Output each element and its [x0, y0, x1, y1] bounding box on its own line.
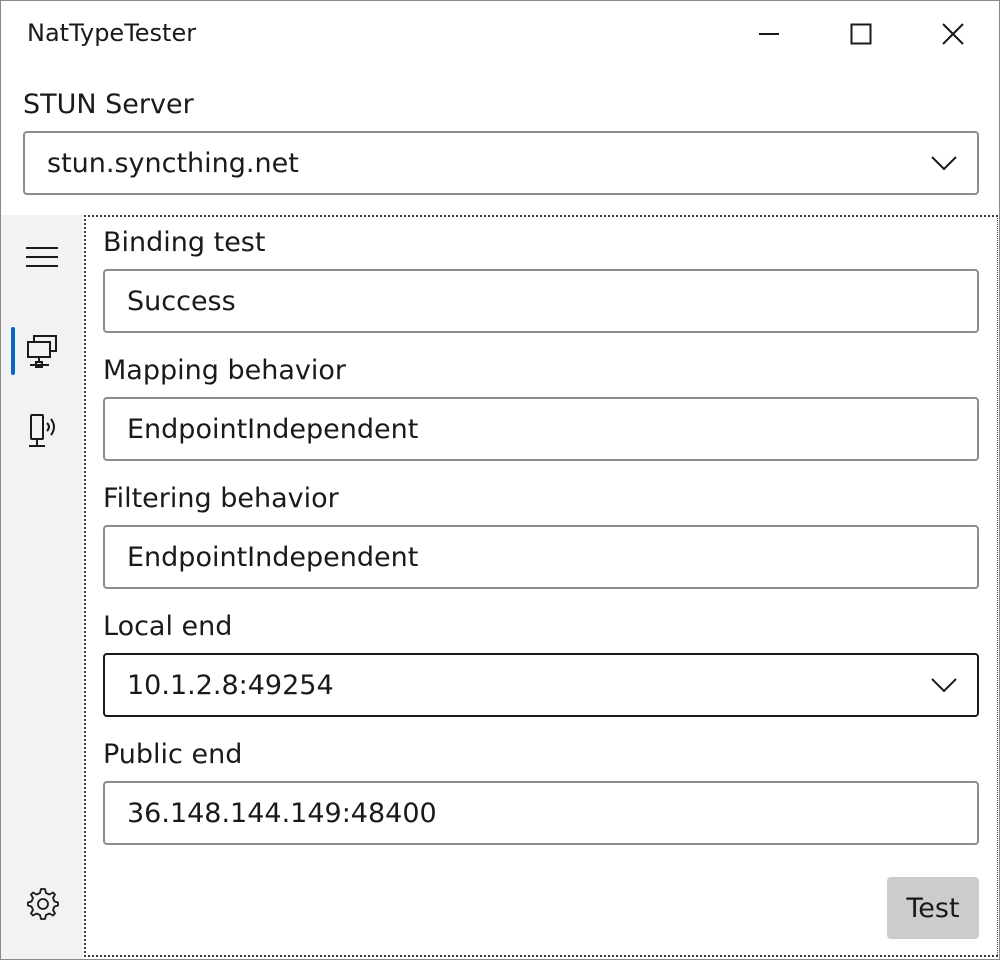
- window-title: NatTypeTester: [27, 19, 197, 47]
- mapping-behavior-field[interactable]: EndpointIndependent: [103, 397, 979, 461]
- public-end-value: 36.148.144.149:48400: [127, 797, 437, 829]
- test-button[interactable]: Test: [887, 877, 979, 939]
- mapping-behavior-label: Mapping behavior: [103, 355, 346, 386]
- stun-server-value: stun.syncthing.net: [47, 147, 299, 179]
- stun-server-combobox[interactable]: stun.syncthing.net: [23, 131, 979, 195]
- local-end-combobox[interactable]: 10.1.2.8:49254: [103, 653, 979, 717]
- close-button[interactable]: [907, 1, 999, 67]
- binding-test-field[interactable]: Success: [103, 269, 979, 333]
- network-computer-icon: [27, 335, 57, 368]
- minimize-icon: [759, 33, 779, 35]
- binding-test-value: Success: [127, 285, 236, 317]
- filtering-behavior-field[interactable]: EndpointIndependent: [103, 525, 979, 589]
- maximize-button[interactable]: [815, 1, 907, 67]
- nav-item-nat-test[interactable]: [1, 323, 83, 379]
- gear-icon: [27, 888, 59, 920]
- filtering-behavior-value: EndpointIndependent: [127, 541, 419, 573]
- chevron-down-icon: [931, 678, 957, 693]
- broadcast-device-icon: [29, 414, 55, 447]
- chevron-down-icon: [931, 156, 957, 171]
- title-bar[interactable]: NatTypeTester: [1, 1, 999, 67]
- stun-server-label: STUN Server: [23, 89, 194, 120]
- mapping-behavior-value: EndpointIndependent: [127, 413, 419, 445]
- close-icon: [942, 23, 964, 45]
- navigation-pane: [1, 215, 83, 959]
- filtering-behavior-label: Filtering behavior: [103, 483, 339, 514]
- nav-item-connection-test[interactable]: [1, 403, 83, 459]
- minimize-button[interactable]: [723, 1, 815, 67]
- local-end-value: 10.1.2.8:49254: [127, 669, 334, 701]
- public-end-label: Public end: [103, 739, 243, 770]
- maximize-icon: [850, 23, 872, 45]
- local-end-label: Local end: [103, 611, 233, 642]
- public-end-field[interactable]: 36.148.144.149:48400: [103, 781, 979, 845]
- hamburger-menu-icon: [26, 247, 58, 267]
- app-window: NatTypeTester STUN Server stun.syncthing…: [0, 0, 1000, 960]
- binding-test-label: Binding test: [103, 227, 266, 258]
- nav-settings-button[interactable]: [1, 875, 83, 931]
- nav-menu-button[interactable]: [1, 229, 83, 285]
